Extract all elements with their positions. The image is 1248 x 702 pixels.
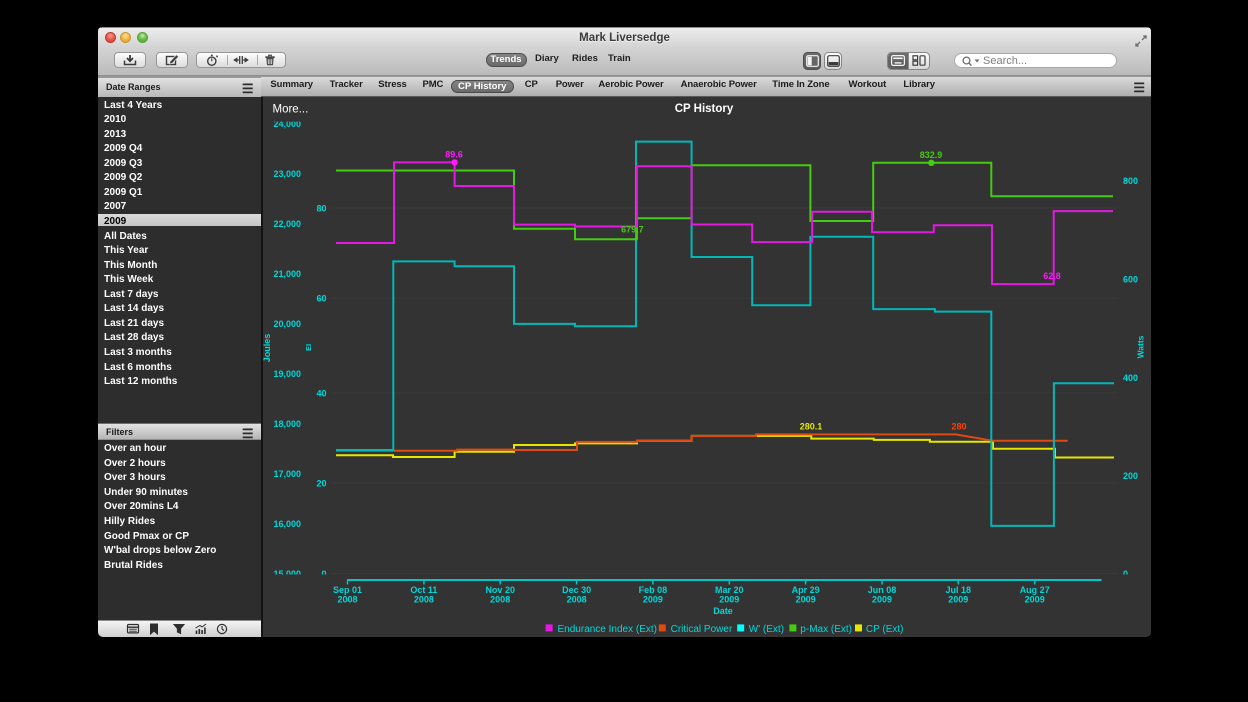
svg-text:Oct 11: Oct 11 bbox=[410, 585, 437, 595]
svg-text:Mar 20: Mar 20 bbox=[715, 585, 744, 595]
svg-text:EI: EI bbox=[304, 344, 313, 351]
svg-text:Watts: Watts bbox=[1136, 335, 1146, 358]
svg-text:CP (Ext): CP (Ext) bbox=[866, 624, 904, 635]
svg-text:Jul 18: Jul 18 bbox=[946, 585, 972, 595]
svg-text:0: 0 bbox=[1123, 569, 1128, 579]
svg-text:Date: Date bbox=[713, 606, 733, 616]
svg-text:679.7: 679.7 bbox=[621, 224, 644, 234]
svg-text:CP History: CP History bbox=[675, 103, 734, 115]
svg-text:280.1: 280.1 bbox=[800, 422, 823, 432]
svg-text:2009: 2009 bbox=[719, 595, 739, 605]
svg-text:Aug 27: Aug 27 bbox=[1020, 585, 1050, 595]
svg-text:280: 280 bbox=[951, 422, 966, 432]
svg-text:22,000: 22,000 bbox=[273, 219, 301, 229]
svg-text:40: 40 bbox=[316, 389, 326, 399]
svg-text:2009: 2009 bbox=[643, 595, 663, 605]
svg-text:80: 80 bbox=[316, 204, 326, 214]
svg-text:18,000: 18,000 bbox=[273, 419, 301, 429]
svg-text:More...: More... bbox=[273, 104, 309, 116]
svg-text:200: 200 bbox=[1123, 471, 1138, 481]
svg-text:2008: 2008 bbox=[414, 595, 434, 605]
svg-text:832.9: 832.9 bbox=[920, 150, 943, 160]
svg-text:19,000: 19,000 bbox=[273, 369, 301, 379]
svg-text:400: 400 bbox=[1123, 373, 1138, 383]
svg-text:20: 20 bbox=[316, 479, 326, 489]
svg-text:2009: 2009 bbox=[796, 595, 816, 605]
svg-text:2008: 2008 bbox=[490, 595, 510, 605]
svg-text:Nov 20: Nov 20 bbox=[485, 585, 515, 595]
svg-text:600: 600 bbox=[1123, 275, 1138, 285]
svg-text:60: 60 bbox=[316, 294, 326, 304]
svg-text:16,000: 16,000 bbox=[273, 519, 301, 529]
svg-text:2009: 2009 bbox=[1025, 595, 1045, 605]
svg-text:2009: 2009 bbox=[948, 595, 968, 605]
svg-text:2008: 2008 bbox=[567, 595, 587, 605]
svg-text:800: 800 bbox=[1123, 176, 1138, 186]
svg-text:2008: 2008 bbox=[337, 595, 357, 605]
svg-text:Apr 29: Apr 29 bbox=[792, 585, 820, 595]
svg-text:W' (Ext): W' (Ext) bbox=[749, 624, 784, 635]
svg-text:Jun 08: Jun 08 bbox=[868, 585, 897, 595]
svg-text:89.6: 89.6 bbox=[445, 150, 463, 160]
svg-text:0: 0 bbox=[321, 569, 326, 579]
svg-text:15,000: 15,000 bbox=[273, 569, 301, 579]
svg-text:62.8: 62.8 bbox=[1043, 271, 1061, 281]
svg-text:Sep 01: Sep 01 bbox=[333, 585, 362, 595]
svg-text:21,000: 21,000 bbox=[273, 269, 301, 279]
svg-text:Endurance Index (Ext): Endurance Index (Ext) bbox=[558, 624, 658, 635]
svg-text:Dec 30: Dec 30 bbox=[562, 585, 591, 595]
svg-text:Joules: Joules bbox=[263, 334, 272, 363]
svg-text:20,000: 20,000 bbox=[273, 319, 301, 329]
svg-text:17,000: 17,000 bbox=[273, 469, 301, 479]
svg-text:24,000: 24,000 bbox=[273, 119, 301, 129]
svg-text:Critical Power: Critical Power bbox=[671, 624, 733, 635]
svg-text:2009: 2009 bbox=[872, 595, 892, 605]
svg-text:Feb 08: Feb 08 bbox=[639, 585, 668, 595]
svg-text:p-Max (Ext): p-Max (Ext) bbox=[800, 624, 852, 635]
svg-text:23,000: 23,000 bbox=[273, 169, 301, 179]
